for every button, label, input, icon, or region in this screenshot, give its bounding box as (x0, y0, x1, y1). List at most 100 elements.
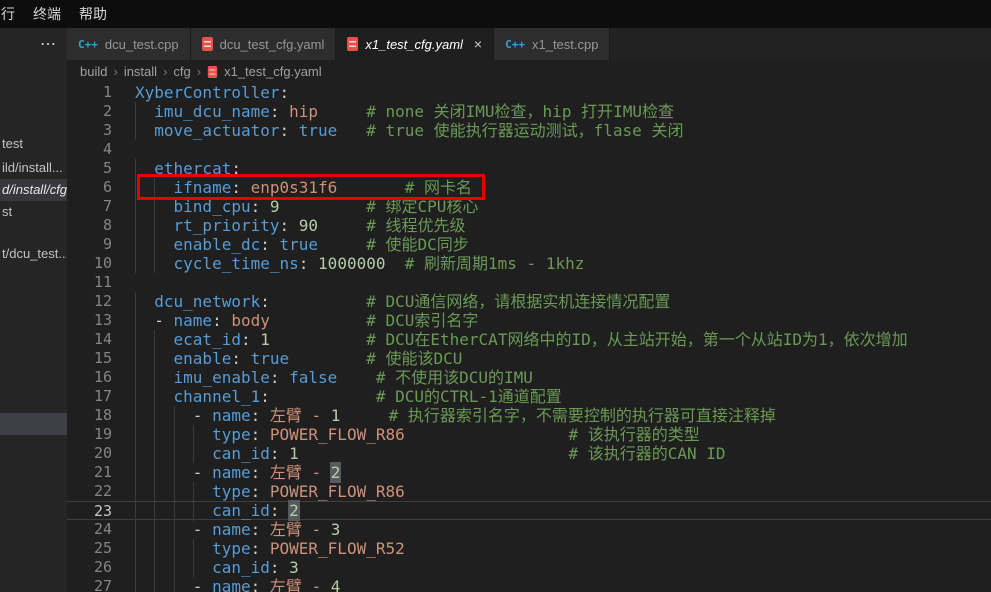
token-t (260, 463, 270, 482)
line-number[interactable]: 7 (67, 197, 112, 216)
code-line[interactable]: 20 can_id: 1 # 该执行器的CAN ID (67, 444, 991, 463)
line-number[interactable]: 4 (67, 140, 112, 159)
line-number[interactable]: 26 (67, 558, 112, 577)
indent-guide (154, 444, 173, 463)
code-line[interactable]: 3 move_actuator: true # true 使能执行器运动测试，f… (67, 121, 991, 140)
code-line[interactable]: 10 cycle_time_ns: 1000000 # 刷新周期1ms - 1k… (67, 254, 991, 273)
code-line[interactable]: 21 - name: 左臂 - 2 (67, 463, 991, 482)
code-line[interactable]: 6 ifname: enp0s31f6 # 网卡名 (67, 178, 991, 197)
code-line[interactable]: 18 - name: 左臂 - 1 # 执行器索引名字，不需要控制的执行器可直接… (67, 406, 991, 425)
breadcrumb-segment[interactable]: cfg (173, 64, 190, 79)
cpp-file-icon: C++ (78, 38, 98, 51)
code-line[interactable]: 15 enable: true # 使能该DCU (67, 349, 991, 368)
menu-item-0[interactable]: 行 (0, 4, 24, 24)
line-number[interactable]: 13 (67, 311, 112, 330)
breadcrumb-file[interactable]: x1_test_cfg.yaml (224, 64, 322, 79)
menu-item-1[interactable]: 终端 (24, 4, 70, 24)
tab-dcu_test.cpp[interactable]: C++dcu_test.cpp (67, 28, 191, 60)
line-number[interactable]: 20 (67, 444, 112, 463)
line-number[interactable]: 3 (67, 121, 112, 140)
line-number[interactable]: 24 (67, 520, 112, 539)
tab-label: x1_test_cfg.yaml (365, 37, 463, 52)
code-line[interactable]: 25 type: POWER_FLOW_R52 (67, 539, 991, 558)
line-number[interactable]: 15 (67, 349, 112, 368)
indent-guide (154, 425, 173, 444)
tab-x1_test.cpp[interactable]: C++x1_test.cpp (494, 28, 610, 60)
code-line[interactable]: 22 type: POWER_FLOW_R86 (67, 482, 991, 501)
line-number[interactable]: 10 (67, 254, 112, 273)
code-editor[interactable]: 1XyberController:2 imu_dcu_name: hip # n… (67, 83, 991, 592)
tab-label: x1_test.cpp (532, 37, 599, 52)
tab-dcu_test_cfg.yaml[interactable]: dcu_test_cfg.yaml (191, 28, 337, 60)
indent-guide (154, 502, 173, 521)
line-number[interactable]: 17 (67, 387, 112, 406)
token-key: can_id (212, 501, 270, 520)
line-number[interactable]: 23 (67, 502, 112, 519)
sidebar-item[interactable]: test (0, 133, 67, 155)
indent-guide (154, 406, 173, 425)
line-number[interactable]: 12 (67, 292, 112, 311)
line-number[interactable]: 25 (67, 539, 112, 558)
code-line[interactable]: 23 can_id: 2 (67, 501, 991, 520)
close-icon[interactable]: × (474, 37, 482, 51)
indent-guide (174, 482, 193, 501)
token-key: enable_dc (174, 235, 261, 254)
line-number[interactable]: 18 (67, 406, 112, 425)
indent-guide (154, 539, 173, 558)
sidebar-item[interactable]: ild/install... (0, 157, 67, 179)
token-t (385, 254, 404, 273)
tab-x1_test_cfg.yaml[interactable]: x1_test_cfg.yaml × (336, 28, 494, 60)
code-line[interactable]: 4 (67, 140, 991, 159)
code-line[interactable]: 5 ethercat: (67, 159, 991, 178)
line-number[interactable]: 19 (67, 425, 112, 444)
token-dash: - (193, 463, 212, 482)
more-actions-icon[interactable]: ⋯ (40, 34, 57, 54)
indent-guide (154, 577, 173, 592)
line-number[interactable]: 22 (67, 482, 112, 501)
line-number[interactable]: 11 (67, 273, 112, 292)
code-line[interactable]: 2 imu_dcu_name: hip # none 关闭IMU检查，hip 打… (67, 102, 991, 121)
line-number[interactable]: 14 (67, 330, 112, 349)
code-line[interactable]: 19 type: POWER_FLOW_R86 # 该执行器的类型 (67, 425, 991, 444)
token-t (260, 482, 270, 501)
code-line[interactable]: 9 enable_dc: true # 使能DC同步 (67, 235, 991, 254)
line-number[interactable]: 6 (67, 178, 112, 197)
code-line[interactable]: 13 - name: body # DCU索引名字 (67, 311, 991, 330)
code-line[interactable]: 24 - name: 左臂 - 3 (67, 520, 991, 539)
line-number[interactable]: 1 (67, 83, 112, 102)
line-number[interactable]: 27 (67, 577, 112, 592)
code-line[interactable]: 17 channel_1: # DCU的CTRL-1通道配置 (67, 387, 991, 406)
token-key: imu_enable (174, 368, 270, 387)
token-t (241, 349, 251, 368)
indent-guide (135, 539, 154, 558)
line-number[interactable]: 8 (67, 216, 112, 235)
code-line[interactable]: 7 bind_cpu: 9 # 绑定CPU核心 (67, 197, 991, 216)
code-line[interactable]: 11 (67, 273, 991, 292)
sidebar-highlighted-row[interactable] (0, 413, 67, 435)
code-line[interactable]: 1XyberController: (67, 83, 991, 102)
code-line[interactable]: 26 can_id: 3 (67, 558, 991, 577)
sidebar-item[interactable]: t/dcu_test... (0, 243, 67, 265)
line-number[interactable]: 5 (67, 159, 112, 178)
sidebar-item[interactable]: st (0, 201, 67, 223)
menu-item-2[interactable]: 帮助 (70, 4, 116, 24)
line-number[interactable]: 16 (67, 368, 112, 387)
token-punc: : (280, 121, 290, 140)
line-number[interactable]: 9 (67, 235, 112, 254)
line-number[interactable]: 21 (67, 463, 112, 482)
code-line[interactable]: 27 - name: 左臂 - 4 (67, 577, 991, 592)
token-t (260, 425, 270, 444)
token-cmt: # 不使用该DCU的IMU (376, 368, 533, 387)
editor-tab-bar: C++dcu_test.cppdcu_test_cfg.yamlx1_test_… (67, 28, 991, 60)
sidebar-item[interactable]: d/install/cfg (0, 179, 67, 201)
code-line-text: - name: 左臂 - 1 # 执行器索引名字，不需要控制的执行器可直接注释掉 (112, 406, 776, 425)
breadcrumb-segment[interactable]: build (80, 64, 107, 79)
line-number[interactable]: 2 (67, 102, 112, 121)
code-line[interactable]: 12 dcu_network: # DCU通信网络，请根据实机连接情况配置 (67, 292, 991, 311)
code-line[interactable]: 16 imu_enable: false # 不使用该DCU的IMU (67, 368, 991, 387)
code-line-text: move_actuator: true # true 使能执行器运动测试，fla… (112, 121, 683, 140)
code-line[interactable]: 14 ecat_id: 1 # DCU在EtherCAT网络中的ID，从主站开始… (67, 330, 991, 349)
code-line[interactable]: 8 rt_priority: 90 # 线程优先级 (67, 216, 991, 235)
token-str: POWER_FLOW_R86 (270, 482, 405, 501)
breadcrumb-segment[interactable]: install (124, 64, 157, 79)
